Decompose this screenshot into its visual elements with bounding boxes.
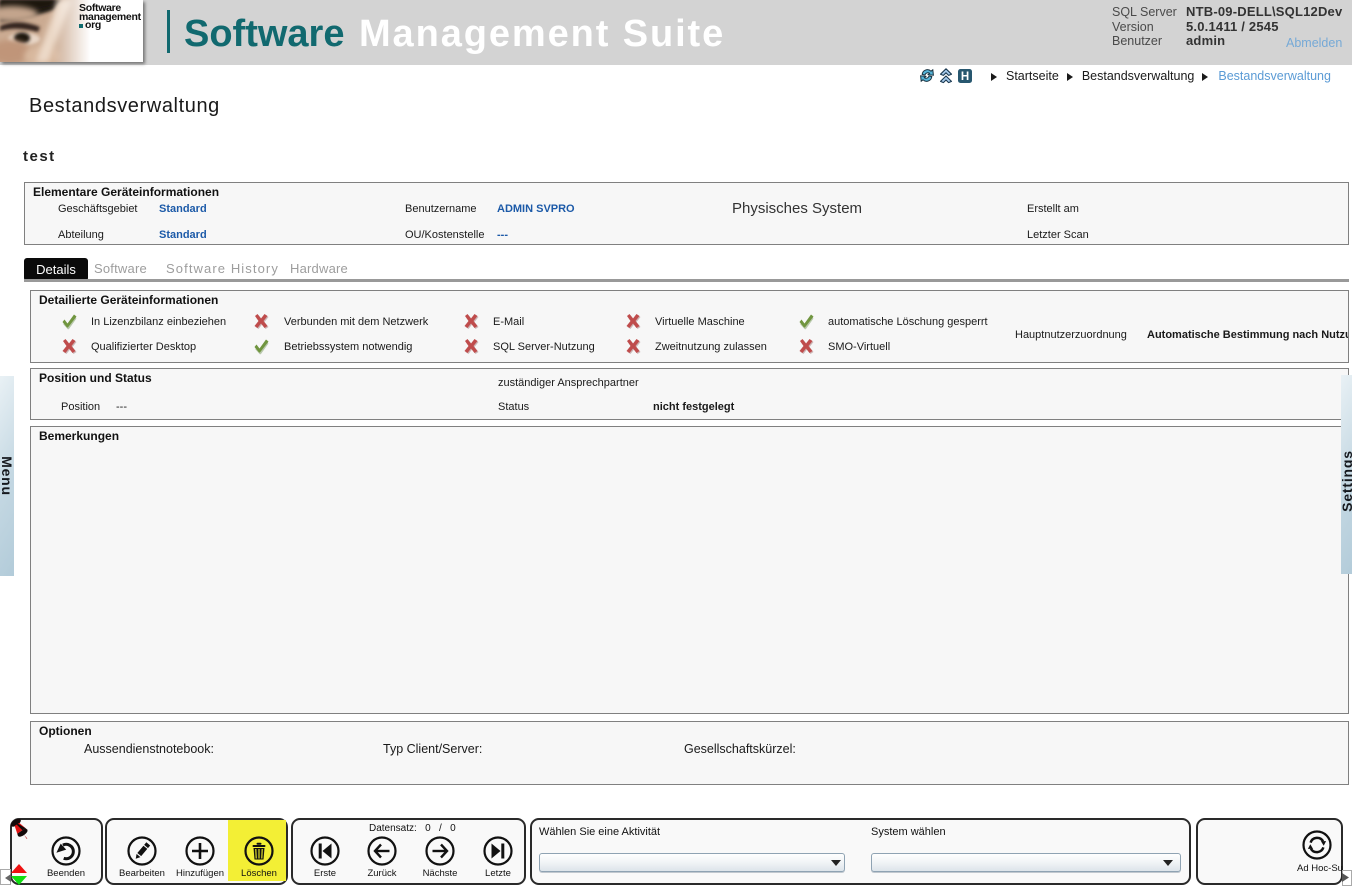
svg-text:H: H: [961, 71, 969, 83]
